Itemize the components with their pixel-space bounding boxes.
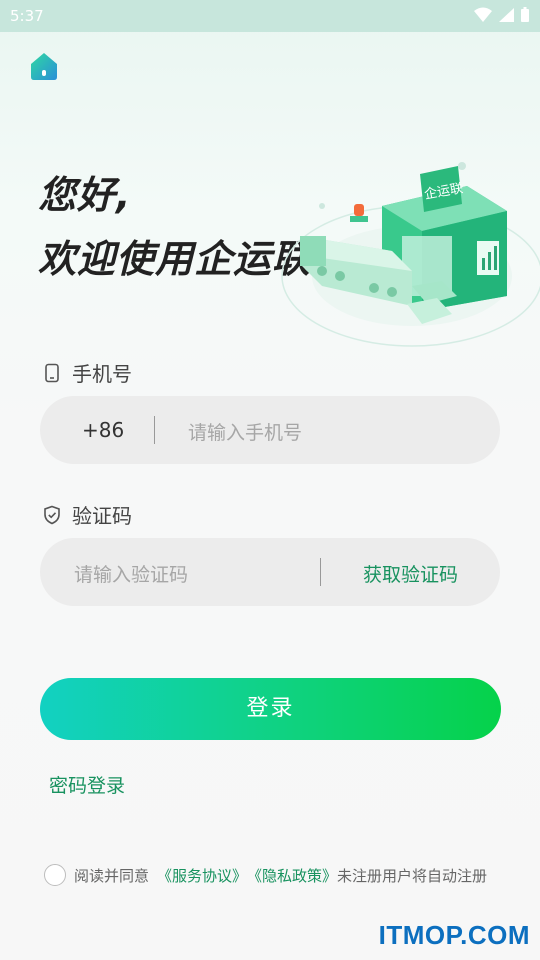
shield-check-icon [44, 505, 60, 524]
battery-icon [521, 7, 529, 22]
signal-icon [499, 8, 514, 22]
agreement-row: 阅读并同意 《服务协议》 《隐私政策》 未注册用户将自动注册 [44, 864, 487, 886]
code-label: 验证码 [42, 500, 132, 529]
status-time: 5:37 [10, 7, 44, 25]
divider [320, 558, 321, 586]
country-code-selector[interactable]: +86 [82, 418, 124, 442]
wifi-icon [474, 7, 492, 22]
agreement-suffix: 未注册用户将自动注册 [337, 866, 488, 885]
privacy-policy-link[interactable]: 《隐私政策》 [247, 865, 337, 886]
phone-input[interactable]: 请输入手机号 [188, 418, 302, 445]
logistics-illustration: 企运联 [281, 162, 540, 347]
phone-input-field[interactable]: +86 请输入手机号 [40, 396, 500, 464]
greeting-line-1: 您好, [38, 173, 132, 217]
agreement-checkbox[interactable] [44, 864, 66, 886]
password-login-link[interactable]: 密码登录 [49, 771, 125, 798]
code-input-field[interactable]: 请输入验证码 获取验证码 [40, 538, 500, 606]
watermark: ITMOP.COM [378, 920, 530, 950]
agreement-prefix: 阅读并同意 [74, 866, 150, 885]
status-icons [474, 7, 530, 23]
code-input[interactable]: 请输入验证码 [74, 560, 188, 587]
login-button[interactable]: 登录 [40, 678, 501, 740]
status-bar: 5:37 [0, 0, 540, 32]
mobile-phone-icon [45, 363, 59, 382]
get-code-button[interactable]: 获取验证码 [363, 560, 458, 587]
divider [154, 416, 155, 444]
phone-label-text: 手机号 [72, 362, 132, 386]
code-label-text: 验证码 [72, 504, 132, 528]
phone-label: 手机号 [42, 358, 132, 387]
home-icon[interactable] [28, 50, 60, 82]
service-agreement-link[interactable]: 《服务协议》 [157, 865, 247, 886]
